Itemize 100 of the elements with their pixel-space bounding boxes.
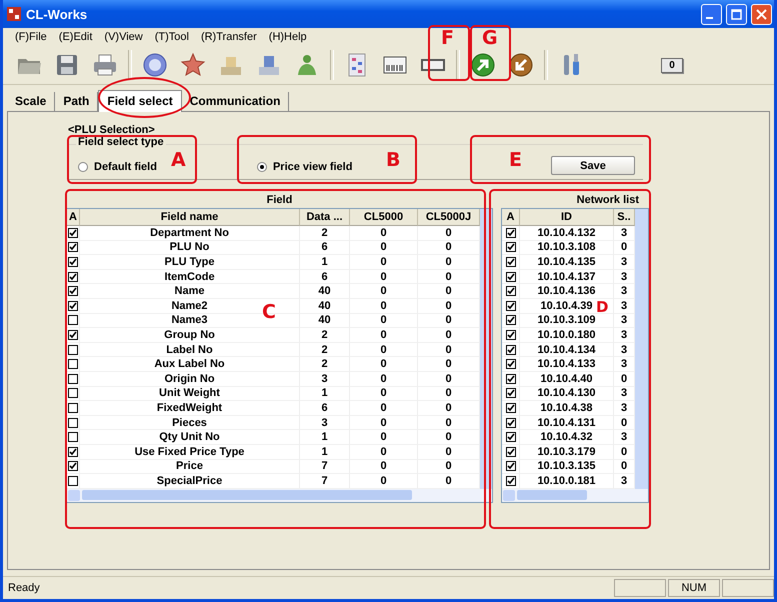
menu-item[interactable]: (R)Transfer [194, 31, 263, 43]
table-cell: 3 [300, 372, 350, 387]
table-cell: 3 [614, 255, 635, 270]
table-cell: 3 [614, 270, 635, 284]
table-cell: 10.10.4.135 [520, 255, 614, 270]
checkbox[interactable] [506, 256, 516, 267]
checkbox[interactable] [68, 388, 78, 398]
callout-letter: B [386, 151, 400, 170]
table-cell: 0 [350, 460, 418, 474]
close-button[interactable] [751, 4, 772, 24]
checkbox[interactable] [506, 300, 516, 311]
checkbox[interactable] [506, 272, 516, 282]
callout-box [470, 25, 511, 81]
table-cell: 0 [350, 416, 418, 430]
horizontal-scrollbar[interactable] [502, 488, 648, 502]
radio-icon[interactable] [78, 162, 88, 172]
column-header[interactable]: Data ... [300, 209, 350, 226]
table-cell: 10.10.4.32 [520, 430, 614, 445]
checkbox[interactable] [506, 228, 516, 238]
checkbox[interactable] [68, 272, 78, 282]
checkbox[interactable] [68, 374, 78, 384]
callout-box [428, 25, 470, 81]
table-cell: 3 [614, 314, 635, 328]
table-cell: Label No [80, 342, 300, 358]
column-header[interactable]: CL5000J [418, 209, 480, 226]
checkbox[interactable] [506, 418, 516, 428]
column-header[interactable]: Field name [80, 209, 300, 226]
table-cell: Qty Unit No [80, 430, 300, 445]
table-cell: 10.10.4.136 [520, 284, 614, 299]
counter-button[interactable]: 0 [661, 58, 683, 72]
tab[interactable]: Field select [98, 90, 182, 112]
checkbox[interactable] [506, 461, 516, 472]
checkbox[interactable] [506, 374, 516, 384]
callout-letter: E [509, 151, 522, 170]
table-cell: 6 [300, 240, 350, 256]
menu-item[interactable]: (T)Tool [148, 31, 195, 43]
checkbox[interactable] [506, 242, 516, 252]
column-header[interactable]: A [502, 209, 520, 226]
column-header[interactable]: S.. [614, 209, 635, 226]
checkbox[interactable] [506, 344, 516, 355]
radio-option[interactable]: Default field [78, 161, 157, 173]
checkbox[interactable] [506, 388, 516, 398]
table-cell: 10.10.4.137 [520, 270, 614, 284]
table-cell: 1 [300, 444, 350, 460]
table-cell: 1 [300, 386, 350, 402]
menu-item[interactable]: (E)Edit [52, 31, 98, 43]
minimize-icon [706, 17, 712, 19]
column-header[interactable]: CL5000 [350, 209, 418, 226]
checkbox[interactable] [68, 476, 78, 486]
checkbox[interactable] [506, 286, 516, 296]
table-cell: 0 [418, 357, 480, 372]
column-header[interactable]: A [67, 209, 80, 226]
status-pane [614, 579, 666, 597]
table-cell: 0 [350, 342, 418, 358]
checkbox[interactable] [68, 432, 78, 442]
menu-item[interactable]: (H)Help [262, 31, 313, 43]
checkbox[interactable] [68, 461, 78, 472]
column-header[interactable]: ID [520, 209, 614, 226]
table-cell: 0 [350, 314, 418, 328]
minimize-button[interactable] [701, 4, 722, 24]
checkbox[interactable] [68, 242, 78, 252]
checkbox[interactable] [68, 330, 78, 340]
radio-icon[interactable] [256, 162, 267, 172]
app-icon [6, 6, 22, 22]
checkbox[interactable] [506, 359, 516, 370]
checkbox[interactable] [68, 286, 78, 296]
save-button[interactable]: Save [551, 156, 635, 175]
table-cell: 0 [418, 342, 480, 358]
table-cell: 0 [350, 270, 418, 284]
menu-item[interactable]: (F)File [9, 31, 53, 43]
checkbox[interactable] [68, 402, 78, 413]
table-cell: 0 [418, 444, 480, 460]
checkbox[interactable] [68, 344, 78, 355]
checkbox[interactable] [506, 476, 516, 486]
checkbox[interactable] [68, 446, 78, 457]
checkbox[interactable] [506, 402, 516, 413]
table-cell: Name [80, 284, 300, 299]
table-cell: 10.10.3.109 [520, 314, 614, 328]
checkbox[interactable] [68, 418, 78, 428]
horizontal-scrollbar[interactable] [67, 488, 492, 502]
checkbox[interactable] [68, 315, 78, 326]
table-cell: 0 [418, 270, 480, 284]
close-icon [756, 8, 767, 20]
vertical-scrollbar[interactable] [635, 209, 648, 489]
table-cell: 10.10.3.108 [520, 240, 614, 256]
table-cell: 3 [614, 226, 635, 241]
menu-item[interactable]: (V)View [98, 31, 149, 43]
checkbox[interactable] [68, 300, 78, 311]
checkbox[interactable] [506, 432, 516, 442]
table-cell: 10.10.3.179 [520, 444, 614, 460]
table-cell: 3 [614, 298, 635, 314]
checkbox[interactable] [506, 315, 516, 326]
table-cell: PLU Type [80, 255, 300, 270]
checkbox[interactable] [68, 228, 78, 238]
checkbox[interactable] [68, 256, 78, 267]
maximize-button[interactable] [726, 4, 747, 24]
checkbox[interactable] [68, 359, 78, 370]
radio-option[interactable]: Price view field [256, 161, 352, 173]
checkbox[interactable] [506, 446, 516, 457]
checkbox[interactable] [506, 330, 516, 340]
